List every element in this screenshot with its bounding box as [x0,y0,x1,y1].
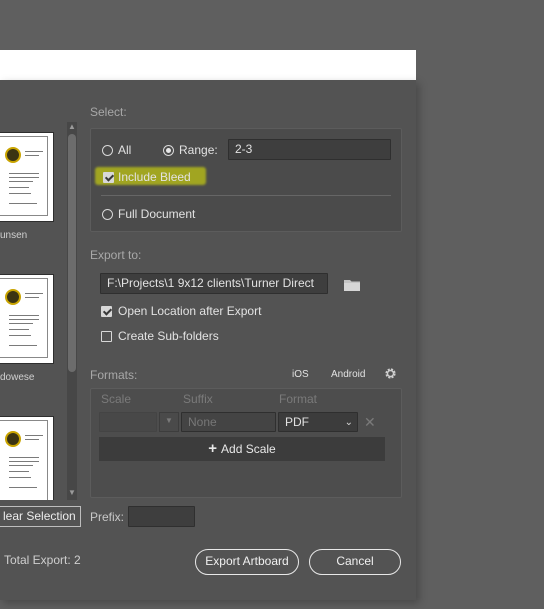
plus-icon: + [208,440,218,457]
scroll-down-icon[interactable]: ▼ [68,488,76,498]
scroll-up-icon[interactable]: ▲ [68,122,76,132]
scale-column-header: Scale [101,392,132,406]
title-bar [0,50,416,80]
folder-icon[interactable] [344,279,360,291]
artboard-name: dowese [0,372,35,383]
export-path-input[interactable]: F:\Projects\1 9x12 clients\Turner Direct [100,273,328,294]
clear-selection-button[interactable]: lear Selection [0,506,81,527]
all-label[interactable]: All [118,143,131,157]
cancel-button[interactable]: Cancel [309,549,401,575]
artboard-page [0,278,48,358]
open-location-checkbox[interactable] [101,306,112,317]
select-heading: Select: [90,105,127,119]
include-bleed-checkbox[interactable] [103,172,114,183]
artboard-page [0,136,48,216]
include-bleed-label[interactable]: Include Bleed [118,170,191,184]
total-export-label: Total Export: 2 [4,553,81,567]
formats-heading: Formats: [90,368,138,382]
artboard-name: unsen [0,230,28,241]
range-label[interactable]: Range: [179,143,218,157]
seal-icon [5,289,21,305]
artboard-scrollbar[interactable]: ▲ ▼ [67,122,77,500]
add-scale-label: Add Scale [221,442,276,456]
all-radio[interactable] [102,145,113,156]
scale-dropdown-button[interactable]: ▼ [159,412,179,432]
android-tab[interactable]: Android [331,369,365,380]
artboard-thumbnail[interactable] [0,274,54,364]
range-input[interactable]: 2-3 [228,139,391,160]
format-column-header: Format [279,392,318,406]
close-icon[interactable]: ✕ [364,413,376,431]
format-select-value: PDF [285,415,309,429]
prefix-label: Prefix: [90,510,125,524]
prefix-input[interactable] [128,506,195,527]
full-document-radio[interactable] [102,209,113,220]
artboard-page [0,420,48,500]
open-location-label[interactable]: Open Location after Export [118,304,261,318]
export-artboards-dialog: unsen dowese ▲ ▼ Select: All Range: 2-3 … [0,80,416,600]
formats-panel: Scale Suffix Format ▼ None PDF ⌄ ✕ + Add … [90,388,402,498]
artboard-thumbnail[interactable] [0,132,54,222]
suffix-input[interactable]: None [181,412,276,432]
chevron-down-icon: ▼ [165,416,173,425]
export-artboard-button[interactable]: Export Artboard [195,549,299,575]
select-divider [101,195,391,196]
full-document-label[interactable]: Full Document [118,207,195,221]
artboard-thumbnail[interactable] [0,416,54,500]
seal-icon [5,431,21,447]
gear-icon[interactable] [384,367,397,380]
sub-folders-label[interactable]: Create Sub-folders [118,329,219,343]
format-select[interactable]: PDF ⌄ [278,412,358,432]
range-radio[interactable] [163,145,174,156]
seal-icon [5,147,21,163]
chevron-down-icon: ⌄ [344,417,353,428]
add-scale-button[interactable]: + Add Scale [99,437,385,461]
export-to-heading: Export to: [90,248,142,262]
suffix-column-header: Suffix [183,392,213,406]
ios-tab[interactable]: iOS [292,369,309,380]
sub-folders-checkbox[interactable] [101,331,112,342]
scrollbar-thumb[interactable] [68,134,76,372]
artboard-list: unsen dowese [0,122,66,500]
scale-input[interactable] [99,412,157,432]
select-panel: All Range: 2-3 Include Bleed Full Docume… [90,128,402,232]
